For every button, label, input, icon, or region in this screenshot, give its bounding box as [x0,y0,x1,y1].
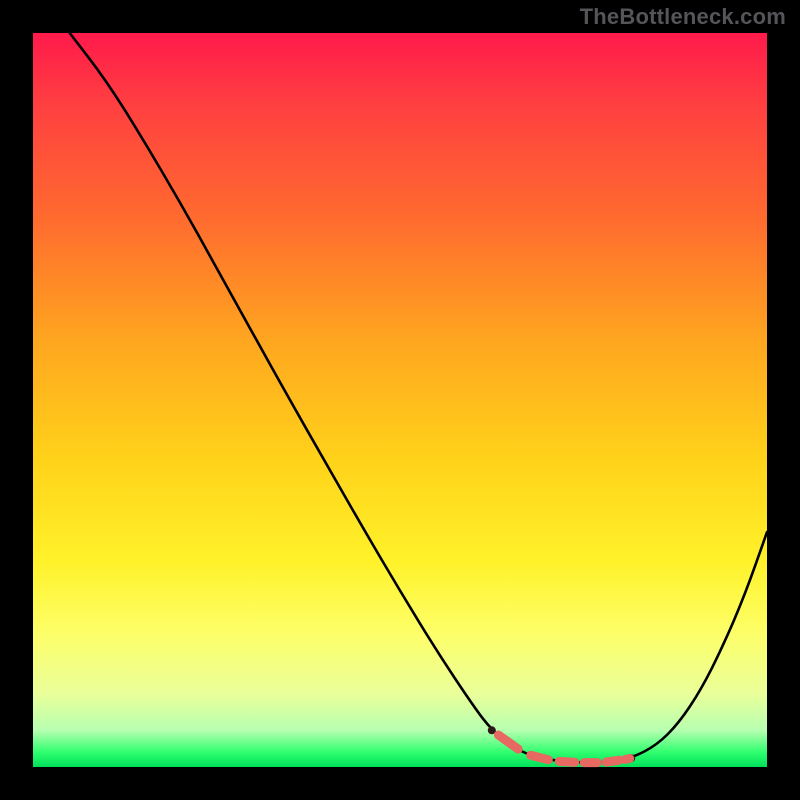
plot-area [33,33,767,767]
marker-dash [625,759,629,760]
curve-markers [488,726,635,762]
marker-dash [559,761,574,762]
marker-dash [606,760,619,762]
curve-path [70,33,767,763]
marker-dash [498,735,518,749]
marker-dash [531,755,549,759]
chart-frame: TheBottleneck.com [0,0,800,800]
watermark-text: TheBottleneck.com [580,4,786,30]
bottleneck-curve [33,33,767,767]
